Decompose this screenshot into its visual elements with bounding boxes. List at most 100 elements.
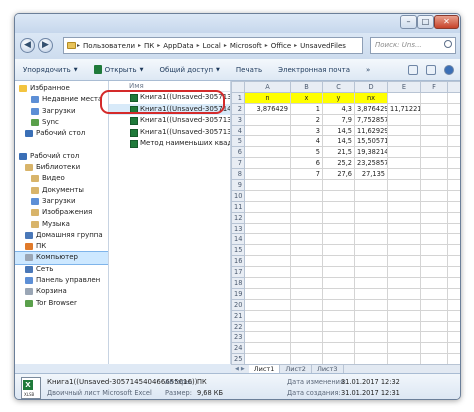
cell xyxy=(387,244,421,257)
close-button[interactable]: ✕ xyxy=(434,15,459,29)
search-input[interactable]: Поиск: Uns... xyxy=(370,37,456,54)
nav-item[interactable]: Рабочий стол xyxy=(15,151,108,162)
column-header: F xyxy=(420,81,448,93)
nav-item[interactable]: Sync xyxy=(15,117,108,128)
cell xyxy=(244,189,291,202)
nav-item[interactable]: Недавние места xyxy=(15,94,108,105)
recycle-bin-icon xyxy=(25,288,33,296)
row-header: 5 xyxy=(231,135,245,148)
back-button[interactable]: ◀ xyxy=(20,38,35,53)
cell xyxy=(420,124,448,137)
breadcrumb-segment[interactable]: UnsavedFiles xyxy=(298,42,348,50)
cell xyxy=(420,298,448,311)
breadcrumb-segment[interactable]: ПК xyxy=(142,42,156,50)
cell xyxy=(322,233,355,246)
breadcrumb-segment[interactable]: Local xyxy=(201,42,223,50)
nav-item[interactable]: Рабочий стол xyxy=(15,128,108,139)
breadcrumb-segment[interactable]: Office xyxy=(269,42,293,50)
nav-item[interactable]: Загрузки xyxy=(15,106,108,117)
share-button[interactable]: Общий доступ ▼ xyxy=(152,66,228,74)
nav-item[interactable]: Сеть xyxy=(15,264,108,275)
cell xyxy=(387,168,421,181)
view-options-icon[interactable] xyxy=(408,64,418,75)
minimize-button[interactable]: – xyxy=(400,15,417,29)
column-header: D xyxy=(354,81,388,93)
email-button[interactable]: Электронная почта xyxy=(270,66,358,74)
cell xyxy=(244,113,291,126)
sheet-nav-arrows[interactable]: ◀ ▶ xyxy=(231,366,249,372)
help-icon[interactable] xyxy=(444,64,454,75)
cell xyxy=(387,200,421,213)
cell xyxy=(290,189,323,202)
excel-icon xyxy=(93,65,102,74)
cell xyxy=(290,200,323,213)
breadcrumb-segment[interactable]: Пользователи xyxy=(81,42,137,50)
organize-button[interactable]: Упорядочить ▼ xyxy=(15,66,86,74)
cell xyxy=(322,320,355,333)
cell xyxy=(290,266,323,279)
cell: 19,38214 xyxy=(354,146,388,159)
dropdown-arrow-icon: ▼ xyxy=(139,66,144,73)
nav-item-label: Корзина xyxy=(36,287,67,296)
cell xyxy=(322,331,355,344)
row-header: 12 xyxy=(231,211,245,224)
forward-button[interactable]: ▶ xyxy=(38,38,53,53)
cell: 14,5 xyxy=(322,135,355,148)
row-header: 6 xyxy=(231,146,245,159)
cell xyxy=(387,222,421,235)
file-name: Книга1((Unsaved-305713862703 xyxy=(140,116,230,124)
cell xyxy=(447,200,460,213)
breadcrumb-segment[interactable]: AppData xyxy=(161,42,195,50)
file-item[interactable]: Книга1((Unsaved-305713862703 xyxy=(109,115,230,127)
cell: 6 xyxy=(290,157,323,170)
address-field[interactable]: ▸ Пользователи ▸ ПК ▸ AppData ▸ Local ▸ Microsoft… xyxy=(63,37,363,54)
print-button[interactable]: Печать xyxy=(228,66,270,74)
nav-item[interactable]: Домашняя группа xyxy=(15,230,108,241)
cell xyxy=(244,146,291,159)
nav-item[interactable]: Загрузки xyxy=(15,196,108,207)
nav-item[interactable]: Видео xyxy=(15,173,108,184)
cell xyxy=(244,298,291,311)
cell xyxy=(420,287,448,300)
nav-item[interactable]: Панель управлен xyxy=(15,275,108,286)
maximize-button[interactable]: □ xyxy=(417,15,434,29)
nav-item[interactable]: Компьютер xyxy=(15,251,108,265)
nav-item[interactable]: Музыка xyxy=(15,219,108,230)
xlsb-file-icon: X XLSB xyxy=(21,377,41,399)
file-item[interactable]: Метод наименьших квадратов xyxy=(109,138,230,150)
open-button[interactable]: Открыть ▼ xyxy=(86,65,152,74)
cell xyxy=(420,222,448,235)
preview-pane-icon[interactable] xyxy=(426,64,436,75)
cell: 7,9 xyxy=(322,113,355,126)
cell xyxy=(387,211,421,224)
nav-item[interactable]: Библиотеки xyxy=(15,162,108,173)
cell xyxy=(447,298,460,311)
cell xyxy=(387,113,421,126)
nav-item-label: Рабочий стол xyxy=(30,151,80,160)
libraries-icon xyxy=(25,164,33,172)
nav-item[interactable]: Корзина xyxy=(15,286,108,297)
dropdown-arrow-icon: ▼ xyxy=(73,66,78,73)
cell xyxy=(447,189,460,202)
nav-item-label: Недавние места xyxy=(42,95,103,104)
cell xyxy=(322,342,355,355)
details-pane: X XLSB Книга1((Unsaved-30571454046665561… xyxy=(15,373,460,399)
file-item[interactable]: Книга1((Unsaved-305713873630 xyxy=(109,127,230,139)
cell xyxy=(420,266,448,279)
cell xyxy=(354,233,388,246)
nav-item[interactable]: Документы xyxy=(15,185,108,196)
cell xyxy=(244,211,291,224)
breadcrumb-segment[interactable]: Microsoft xyxy=(228,42,264,50)
cell xyxy=(354,353,388,364)
nav-item[interactable]: Изображения xyxy=(15,207,108,218)
nav-item[interactable]: Избранное xyxy=(15,83,108,94)
cell xyxy=(420,255,448,268)
nav-item[interactable]: Tor Browser xyxy=(15,298,108,309)
downloads-icon xyxy=(31,107,39,115)
cell: 3 xyxy=(290,124,323,137)
cell xyxy=(447,211,460,224)
cell xyxy=(387,233,421,246)
cell xyxy=(290,255,323,268)
more-button[interactable]: » xyxy=(358,66,378,74)
nav-item[interactable]: ПК xyxy=(15,241,108,252)
